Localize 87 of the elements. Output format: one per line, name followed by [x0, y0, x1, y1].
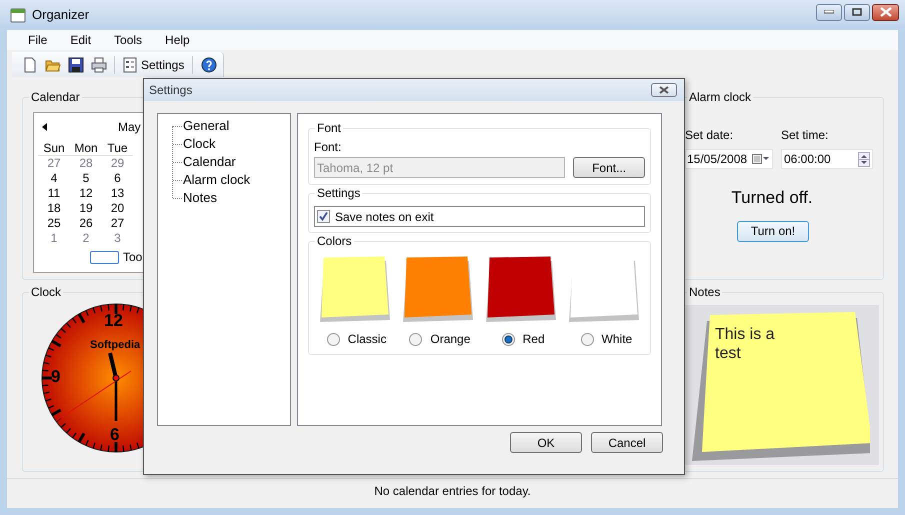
checkbox-label: Save notes on exit	[335, 208, 434, 226]
tree-item[interactable]: Clock	[183, 134, 216, 154]
radio-button[interactable]	[502, 332, 515, 346]
menu-item[interactable]: Edit	[64, 31, 98, 49]
radio-button[interactable]	[409, 332, 422, 346]
date-field[interactable]: 15/05/2008	[685, 149, 773, 169]
note-text[interactable]: This is a test	[715, 325, 785, 363]
weekday-header: Sun	[42, 140, 66, 155]
tree-item[interactable]: Notes	[183, 188, 217, 208]
help-button[interactable]	[199, 54, 218, 74]
alarm-status: Turned off.	[730, 187, 814, 209]
calendar-day[interactable]: 20	[102, 201, 133, 216]
dialog-button[interactable]: Cancel	[591, 432, 663, 453]
calendar-day[interactable]: 26	[70, 216, 102, 231]
calendar-day[interactable]: 6	[102, 171, 133, 186]
menu-item[interactable]: File	[22, 31, 54, 49]
close-icon	[880, 7, 892, 17]
print-button[interactable]	[89, 54, 108, 74]
clock-numeral: 12	[104, 311, 123, 331]
month-title: May	[118, 119, 141, 136]
close-button[interactable]	[872, 4, 899, 20]
new-document-icon	[22, 56, 38, 72]
weekday-header: Mon	[73, 140, 99, 155]
calendar-day[interactable]: 3	[102, 231, 133, 246]
calendar-day[interactable]: 19	[70, 201, 102, 216]
calendar-day[interactable]: 13	[102, 186, 133, 201]
turn-on-button[interactable]: Turn on!	[737, 220, 809, 242]
calendar-day[interactable]: 5	[70, 171, 102, 186]
radio-button[interactable]	[580, 332, 594, 346]
calendar-dropdown-icon	[752, 154, 769, 164]
today-link[interactable]: Too	[123, 248, 142, 266]
window-title: Organizer	[32, 6, 90, 24]
calendar-day[interactable]: 2	[70, 231, 102, 246]
group-title: Calendar	[29, 90, 82, 104]
menu-item[interactable]: Help	[159, 31, 196, 49]
weekday-header: Tue	[106, 140, 129, 155]
radio-option[interactable]: White	[580, 330, 632, 348]
tree-item[interactable]: Calendar	[183, 152, 236, 172]
calendar-day[interactable]: 27	[38, 156, 70, 171]
checkbox-row[interactable]: Save notes on exit	[314, 206, 645, 227]
calendar-day[interactable]: 12	[70, 186, 102, 201]
close-button[interactable]	[651, 83, 677, 97]
calendar-day[interactable]: 29	[102, 156, 133, 171]
radio-option[interactable]: Classic	[326, 330, 386, 348]
group-title: Clock	[29, 285, 64, 299]
settings-icon	[123, 56, 137, 72]
group-title: Notes	[687, 285, 722, 299]
field-label: Set date:	[685, 127, 734, 144]
calendar-day[interactable]: 18	[38, 201, 70, 216]
group-title: Settings	[315, 186, 362, 200]
clock-numeral: 6	[110, 425, 120, 445]
checkbox[interactable]	[317, 210, 330, 223]
calendar-day[interactable]: 4	[38, 171, 70, 186]
printer-icon	[90, 56, 106, 72]
maximize-icon	[852, 8, 862, 16]
calendar-day[interactable]: 25	[38, 216, 70, 231]
calendar-day[interactable]: 28	[70, 156, 102, 171]
radio-option[interactable]: Red	[502, 330, 545, 348]
calendar-day[interactable]: 27	[102, 216, 133, 231]
group-title: Alarm clock	[687, 90, 754, 104]
status-text: No calendar entries for today.	[374, 482, 531, 500]
time-field[interactable]: 06:00:00	[781, 149, 873, 169]
clock-numeral: 9	[51, 367, 60, 387]
previous-month-icon[interactable]	[42, 123, 48, 131]
save-button[interactable]	[66, 54, 85, 74]
group-title: Font	[315, 121, 344, 135]
spinner-icon	[858, 152, 870, 166]
help-icon	[200, 56, 217, 72]
minimize-icon	[824, 10, 834, 14]
dialog-title: Settings	[149, 82, 192, 99]
tree-item[interactable]: General	[183, 116, 230, 136]
close-icon	[659, 86, 669, 94]
group-title: Colors	[315, 234, 354, 248]
maximize-button[interactable]	[844, 4, 870, 20]
minimize-button[interactable]	[816, 4, 842, 20]
field-label: Set time:	[781, 127, 830, 144]
tree-item[interactable]: Alarm clock	[183, 170, 250, 190]
calendar-day[interactable]: 11	[38, 186, 70, 201]
radio-option[interactable]: Orange	[409, 330, 470, 348]
clock-brand: Softpedia	[90, 338, 140, 353]
calendar-day[interactable]: 1	[38, 231, 70, 246]
radio-button[interactable]	[326, 332, 340, 346]
calendar-icon	[10, 7, 26, 23]
menu-item[interactable]: Tools	[108, 31, 148, 49]
today-marker	[90, 250, 119, 264]
field-label: Font:	[314, 139, 342, 156]
dialog-button[interactable]: OK	[510, 432, 582, 453]
